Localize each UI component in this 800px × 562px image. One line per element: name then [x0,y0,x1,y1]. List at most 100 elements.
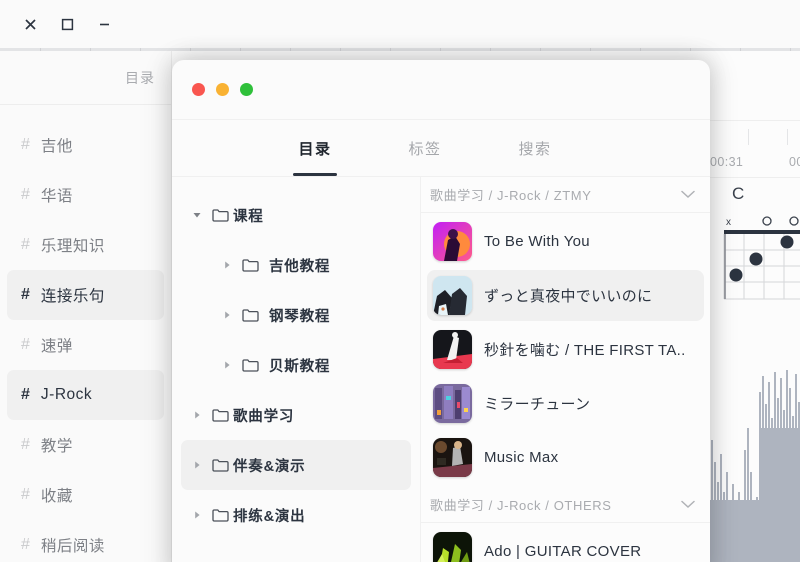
chevron-down-icon[interactable] [681,500,695,509]
dialog-titlebar[interactable] [172,60,710,120]
song-group-header[interactable]: 歌曲学习 / J-Rock / OTHERS [421,487,710,523]
sidebar-item-label: 华语 [41,184,73,206]
background-titlebar [0,0,800,48]
song-title: ずっと真夜中でいいのに [484,285,652,306]
song-list[interactable]: 歌曲学习 / J-Rock / ZTMY [421,177,710,562]
album-art [433,532,472,562]
hash-icon: # [21,436,30,454]
traffic-light-minimize-icon[interactable] [216,83,229,96]
sidebar-item-lianjieyueju[interactable]: # 连接乐句 [7,270,164,320]
tree-item-jita-jiaocheng[interactable]: 吉他教程 [181,240,411,290]
song-title: 秒針を噛む / THE FIRST TA.. [484,339,686,360]
hash-icon: # [21,386,30,404]
close-icon[interactable] [21,15,39,33]
tree-item-pailian-yanchu[interactable]: 排练&演出 [181,490,411,540]
sidebar-item-shoucang[interactable]: # 收藏 [7,470,164,520]
sidebar-item-label: 速弹 [41,334,73,356]
tree-item-label: 贝斯教程 [269,355,330,376]
tab-label: 搜索 [518,138,551,159]
sidebar-item-sutan[interactable]: # 速弹 [7,320,164,370]
tab-catalog[interactable]: 目录 [260,120,370,176]
album-art [433,276,472,315]
timeline-label: 00 [789,155,800,169]
folder-icon [237,308,263,322]
svg-text:x: x [726,217,731,228]
sidebar-item-label: 吉他 [41,134,73,156]
sidebar-item-label: 收藏 [41,484,73,506]
tab-label: 目录 [298,138,331,159]
tree-item-label: 吉他教程 [269,255,330,276]
tree-item-label: 排练&演出 [233,505,305,526]
folder-icon [237,358,263,372]
chevron-right-icon[interactable] [187,410,207,420]
chevron-right-icon[interactable] [187,510,207,520]
tab-label: 标签 [408,138,441,159]
list-item[interactable]: To Be With You [427,216,704,267]
tab-tags[interactable]: 标签 [370,120,480,176]
tree-item-banzou-yanshi[interactable]: 伴奏&演示 [181,440,411,490]
tag-list: # 吉他 # 华语 # 乐理知识 # 连接乐句 # 速弹 [0,105,171,562]
dialog-body: 课程 吉他教程 [172,177,710,562]
song-title: ミラーチューン [484,393,590,414]
breadcrumb: 歌曲学习 / J-Rock / ZTMY [430,185,592,204]
chevron-right-icon[interactable] [217,360,237,370]
album-art [433,222,472,261]
breadcrumb: 歌曲学习 / J-Rock / OTHERS [430,495,612,514]
chevron-down-icon[interactable] [187,210,207,220]
tree-item-kecheng[interactable]: 课程 [181,190,411,240]
folder-icon [207,508,233,522]
maximize-icon[interactable] [58,15,76,33]
hash-icon: # [21,336,30,354]
album-art [433,438,472,477]
sidebar-item-label: 乐理知识 [41,234,105,256]
sidebar-item-jita[interactable]: # 吉他 [7,120,164,170]
list-item[interactable]: Music Max [427,432,704,483]
tree-item-beisi-jiaocheng[interactable]: 贝斯教程 [181,340,411,390]
sidebar-item-j-rock[interactable]: # J-Rock [7,370,164,420]
chord-name-label: C [732,184,745,204]
tab-search[interactable]: 搜索 [480,120,590,176]
sidebar-item-label: J-Rock [41,386,92,404]
album-art [433,384,472,423]
song-title: Ado | GUITAR COVER [484,543,641,560]
dialog-tabs: 目录 标签 搜索 [172,120,710,177]
background-sidebar: 目录 # 吉他 # 华语 # 乐理知识 # 连接乐句 [0,51,172,562]
sidebar-item-label: 连接乐句 [41,284,105,306]
tree-item-label: 钢琴教程 [269,305,330,326]
minimize-icon[interactable] [95,15,113,33]
list-item[interactable]: ミラーチューン [427,378,704,429]
tree-item-label: 歌曲学习 [233,405,294,426]
chevron-right-icon[interactable] [187,460,207,470]
folder-icon [207,408,233,422]
song-title: Music Max [484,449,558,466]
song-group-header[interactable]: 歌曲学习 / J-Rock / ZTMY [421,177,710,213]
song-title: To Be With You [484,233,590,250]
chevron-right-icon[interactable] [217,310,237,320]
hash-icon: # [21,486,30,504]
timeline-label: 00:31 [710,155,743,169]
hash-icon: # [21,236,30,254]
chord-diagram: x [717,214,800,309]
catalog-dialog: 目录 标签 搜索 课程 [172,60,710,562]
folder-icon [237,258,263,272]
tree-item-gangqin-jiaocheng[interactable]: 钢琴教程 [181,290,411,340]
tree-item-gequxuexi[interactable]: 歌曲学习 [181,390,411,440]
hash-icon: # [21,286,30,304]
chevron-down-icon[interactable] [681,190,695,199]
sidebar-item-huayu[interactable]: # 华语 [7,170,164,220]
hash-icon: # [21,536,30,554]
list-item[interactable]: 秒針を噛む / THE FIRST TA.. [427,324,704,375]
folder-icon [207,458,233,472]
traffic-light-zoom-icon[interactable] [240,83,253,96]
list-item[interactable]: ずっと真夜中でいいのに [427,270,704,321]
traffic-light-close-icon[interactable] [192,83,205,96]
window-controls [21,15,113,33]
sidebar-item-yuelizhishi[interactable]: # 乐理知识 [7,220,164,270]
tree-item-label: 课程 [233,205,264,226]
sidebar-item-jiaoxue[interactable]: # 教学 [7,420,164,470]
folder-tree: 课程 吉他教程 [172,177,421,562]
list-item[interactable]: Ado | GUITAR COVER [427,526,704,562]
chevron-right-icon[interactable] [217,260,237,270]
sidebar-header-label: 目录 [0,51,171,105]
sidebar-item-shaohouyuedu[interactable]: # 稍后阅读 [7,520,164,562]
